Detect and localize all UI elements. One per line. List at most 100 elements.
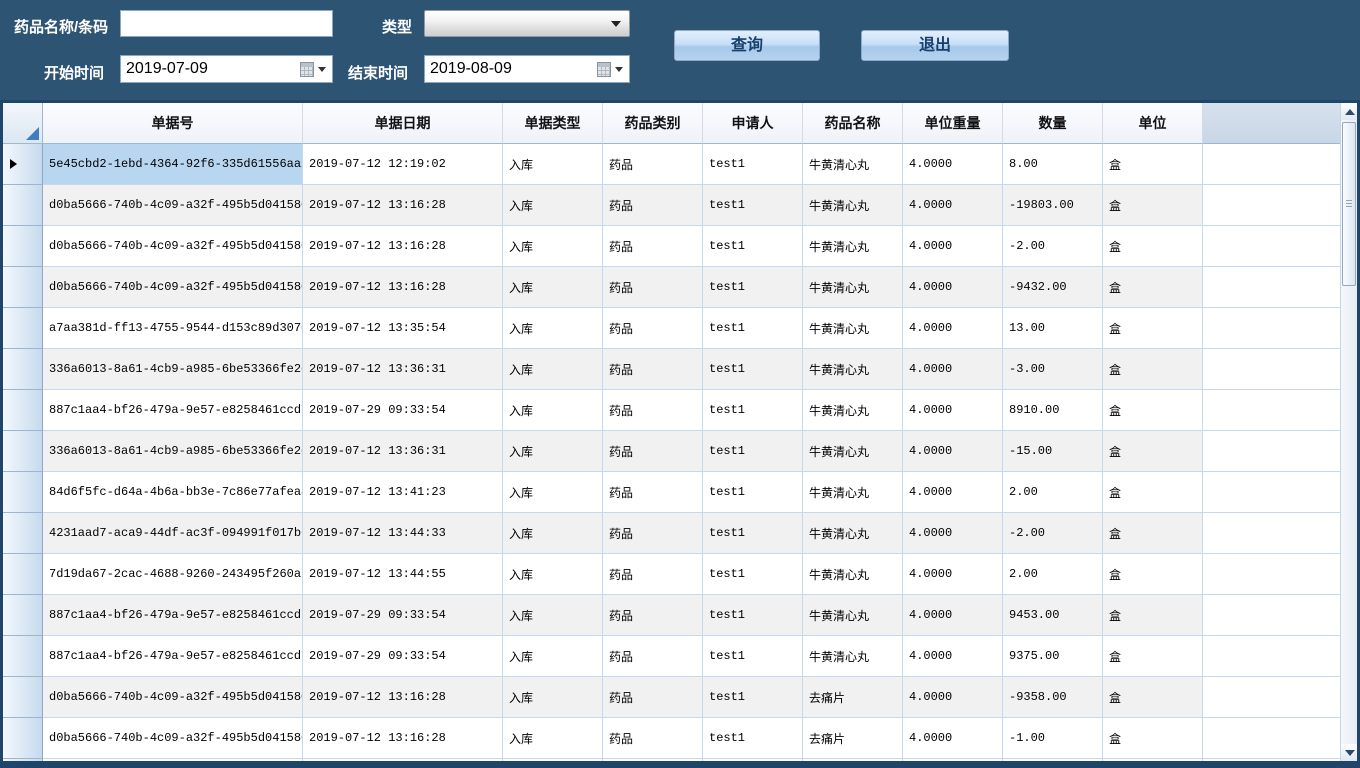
cell-unit[interactable]: 盒 (1103, 677, 1203, 718)
row-header-cell[interactable] (3, 267, 43, 308)
cell-unit-weight[interactable]: 4.0000 (903, 267, 1003, 308)
cell-unit-weight[interactable]: 4.0000 (903, 513, 1003, 554)
cell-drug-name[interactable]: 牛黄清心丸 (803, 636, 903, 677)
cell-filler[interactable] (1203, 595, 1340, 636)
cell-unit[interactable]: 盒 (1103, 595, 1203, 636)
cell-unit-weight[interactable]: 4.0000 (903, 554, 1003, 595)
cell-unit[interactable]: 盒 (1103, 349, 1203, 390)
cell-doc-id[interactable]: a7aa381d-ff13-4755-9544-d153c89d307d (43, 308, 303, 349)
cell-doc-id[interactable]: d0ba5666-740b-4c09-a32f-495b5d041580 (43, 718, 303, 759)
cell-drug-category[interactable]: 药品 (603, 226, 703, 267)
cell-doc-id[interactable]: 84d6f5fc-d64a-4b6a-bb3e-7c86e77afeaa (43, 472, 303, 513)
cell-filler[interactable] (1203, 267, 1340, 308)
cell-quantity[interactable]: -19803.00 (1003, 185, 1103, 226)
cell-applicant[interactable]: test1 (703, 226, 803, 267)
column-header-doc-type[interactable]: 单据类型 (503, 103, 603, 144)
cell-unit-weight[interactable]: 4.0000 (903, 677, 1003, 718)
cell-unit[interactable]: 盒 (1103, 636, 1203, 677)
cell-doc-type[interactable]: 入库 (503, 554, 603, 595)
cell-unit-weight[interactable]: 4.0000 (903, 308, 1003, 349)
cell-drug-category[interactable]: 药品 (603, 677, 703, 718)
cell-doc-type[interactable]: 入库 (503, 226, 603, 267)
query-button[interactable]: 查询 (674, 30, 820, 61)
cell-unit[interactable]: 盒 (1103, 267, 1203, 308)
drug-name-input[interactable] (120, 10, 333, 37)
cell-doc-type[interactable]: 入库 (503, 595, 603, 636)
cell-doc-type[interactable]: 入库 (503, 636, 603, 677)
cell-drug-category[interactable]: 药品 (603, 349, 703, 390)
column-header-applicant[interactable]: 申请人 (703, 103, 803, 144)
cell-applicant[interactable]: test1 (703, 431, 803, 472)
cell-drug-name[interactable]: 牛黄清心丸 (803, 226, 903, 267)
cell-doc-date[interactable]: 2019-07-12 12:19:02 (303, 144, 503, 185)
cell-doc-date[interactable]: 2019-07-12 13:16:28 (303, 267, 503, 308)
cell-drug-name[interactable]: 牛黄清心丸 (803, 513, 903, 554)
cell-unit[interactable]: 盒 (1103, 513, 1203, 554)
row-header-cell[interactable] (3, 759, 43, 761)
cell-filler[interactable] (1203, 349, 1340, 390)
cell-drug-name[interactable]: 牛黄清心丸 (803, 554, 903, 595)
cell-quantity[interactable]: -9432.00 (1003, 267, 1103, 308)
cell-doc-id[interactable]: d0ba5666-740b-4c09-a32f-495b5d041580 (43, 267, 303, 308)
row-header-cell[interactable] (3, 144, 43, 185)
cell-quantity[interactable]: 2.00 (1003, 554, 1103, 595)
cell-quantity[interactable]: 9375.00 (1003, 636, 1103, 677)
end-date-picker[interactable]: 2019-08-09 (424, 55, 630, 83)
cell-doc-date[interactable]: 2019-07-12 13:16:28 (303, 226, 503, 267)
cell-filler[interactable] (1203, 308, 1340, 349)
cell-unit[interactable]: 盒 (1103, 390, 1203, 431)
cell-doc-date[interactable]: 2019-07-12 13:36:31 (303, 431, 503, 472)
cell-quantity[interactable]: 8.00 (1003, 144, 1103, 185)
cell-drug-category[interactable]: 药品 (603, 185, 703, 226)
cell-unit-weight[interactable]: 4.0000 (903, 636, 1003, 677)
cell-doc-type[interactable]: 入库 (503, 718, 603, 759)
cell-unit-weight[interactable]: 4.0000 (903, 226, 1003, 267)
cell-drug-name[interactable]: 牛黄清心丸 (803, 595, 903, 636)
cell-doc-id[interactable]: 887c1aa4-bf26-479a-9e57-e8258461ccd7 (43, 595, 303, 636)
column-header-drug-name[interactable]: 药品名称 (803, 103, 903, 144)
cell-applicant[interactable]: test1 (703, 472, 803, 513)
row-header-cell[interactable] (3, 226, 43, 267)
cell-applicant[interactable]: test1 (703, 595, 803, 636)
cell-unit[interactable]: 盒 (1103, 431, 1203, 472)
cell-applicant[interactable]: test1 (703, 349, 803, 390)
cell-quantity[interactable]: -3.00 (1003, 349, 1103, 390)
cell-doc-date[interactable]: 2019-07-12 13:36:31 (303, 349, 503, 390)
cell-filler[interactable] (1203, 185, 1340, 226)
cell-applicant[interactable]: test1 (703, 513, 803, 554)
cell-applicant[interactable]: test1 (703, 636, 803, 677)
cell-quantity[interactable]: 13.00 (1003, 308, 1103, 349)
vertical-scrollbar[interactable] (1340, 103, 1357, 761)
cell-unit[interactable]: 盒 (1103, 308, 1203, 349)
cell-drug-name[interactable]: 牛黄清心丸 (803, 390, 903, 431)
cell-doc-date[interactable]: 2019-07-12 13:44:33 (303, 513, 503, 554)
row-header-cell[interactable] (3, 308, 43, 349)
cell-doc-type[interactable]: 入库 (503, 308, 603, 349)
cell-quantity[interactable]: 9453.00 (1003, 595, 1103, 636)
scroll-down-button[interactable] (1341, 744, 1357, 761)
cell-unit-weight[interactable]: 4.0000 (903, 718, 1003, 759)
cell-unit-weight[interactable]: 4.0000 (903, 472, 1003, 513)
cell-doc-date[interactable]: 2019-07-29 09:33:54 (303, 636, 503, 677)
cell-applicant[interactable]: test1 (703, 677, 803, 718)
cell-doc-date[interactable]: 2019-07-12 13:44:55 (303, 554, 503, 595)
cell-doc-type[interactable]: 入库 (503, 349, 603, 390)
column-header-doc-id[interactable]: 单据号 (43, 103, 303, 144)
row-header-cell[interactable] (3, 718, 43, 759)
cell-filler[interactable] (1203, 718, 1340, 759)
row-header-cell[interactable] (3, 185, 43, 226)
cell-quantity[interactable]: -2.00 (1003, 226, 1103, 267)
cell-unit-weight[interactable]: 4.0000 (903, 390, 1003, 431)
cell-drug-category[interactable]: 药品 (603, 431, 703, 472)
cell-drug-category[interactable]: 药品 (603, 595, 703, 636)
cell-drug-category[interactable]: 药品 (603, 554, 703, 595)
cell-doc-type[interactable]: 入库 (503, 677, 603, 718)
cell-doc-id[interactable]: d0ba5666-740b-4c09-a32f-495b5d041580 (43, 677, 303, 718)
cell-drug-category[interactable]: 药品 (603, 472, 703, 513)
cell-doc-id[interactable]: 887c1aa4-bf26-479a-9e57-e8258461ccd7 (43, 390, 303, 431)
row-header-cell[interactable] (3, 513, 43, 554)
cell-doc-type[interactable]: 入库 (503, 267, 603, 308)
cell-applicant[interactable]: test1 (703, 185, 803, 226)
cell-drug-name[interactable]: 牛黄清心丸 (803, 349, 903, 390)
cell-drug-category[interactable]: 药品 (603, 718, 703, 759)
